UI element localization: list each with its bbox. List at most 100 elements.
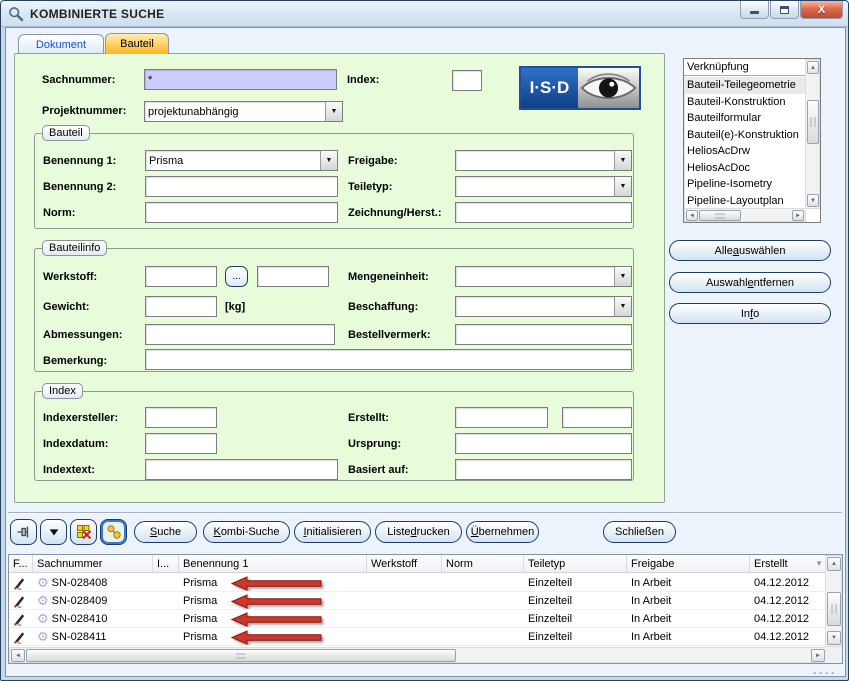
werkstoff-browse-button[interactable]: ... bbox=[225, 266, 248, 287]
cell-teiletyp: Einzelteil bbox=[528, 595, 572, 607]
table-vertical-scrollbar[interactable]: ▲ ▼ bbox=[825, 555, 842, 647]
column-header[interactable]: Freigabe bbox=[627, 555, 750, 572]
index-input[interactable] bbox=[452, 70, 482, 91]
delete-list-button[interactable] bbox=[70, 519, 97, 545]
chevron-down-icon[interactable]: ▼ bbox=[614, 177, 631, 196]
benennung1-combobox[interactable]: Prisma ▼ bbox=[145, 150, 338, 171]
uebernehmen-button[interactable]: Übernehmen bbox=[466, 521, 539, 543]
table-row[interactable]: ⚙SN-028410 Prisma Einzelteil In Arbeit 0… bbox=[9, 610, 827, 628]
scroll-up-icon[interactable]: ▲ bbox=[807, 61, 819, 74]
scroll-right-icon[interactable]: ► bbox=[811, 649, 825, 662]
projektnummer-label: Projektnummer: bbox=[42, 105, 126, 117]
maximize-icon bbox=[780, 6, 789, 14]
close-button[interactable]: X bbox=[800, 1, 843, 19]
scroll-right-icon[interactable]: ► bbox=[792, 210, 804, 221]
indexdatum-input[interactable] bbox=[145, 433, 217, 454]
column-header[interactable]: Erstellt▼ bbox=[750, 555, 827, 572]
list-item[interactable]: Pipeline-Isometry bbox=[684, 176, 805, 193]
scroll-thumb[interactable] bbox=[827, 592, 841, 626]
pencil-status-icon bbox=[13, 594, 26, 608]
list-item[interactable]: Bauteil-Teilegeometrie bbox=[684, 77, 805, 94]
scroll-up-icon[interactable]: ▲ bbox=[827, 557, 841, 571]
scroll-thumb[interactable] bbox=[26, 649, 456, 662]
column-header[interactable]: Benennung 1 bbox=[179, 555, 367, 572]
kombi-suche-button[interactable]: Kombi-Suche bbox=[203, 521, 290, 543]
list-item[interactable]: Pipeline-Layoutplan bbox=[684, 193, 805, 210]
column-header[interactable]: Teiletyp bbox=[524, 555, 627, 572]
scroll-thumb[interactable] bbox=[699, 210, 741, 221]
beschaffung-combobox[interactable]: ▼ bbox=[455, 296, 632, 317]
dropdown-menu-button[interactable] bbox=[40, 519, 67, 545]
results-table[interactable]: F... Sachnummer I... Benennung 1 Werksto… bbox=[8, 554, 843, 664]
table-row[interactable]: ⚙SN-028411 Prisma Einzelteil In Arbeit 0… bbox=[9, 628, 827, 646]
column-header[interactable]: Norm bbox=[442, 555, 524, 572]
column-header[interactable]: Sachnummer bbox=[33, 555, 153, 572]
erstellt-input[interactable] bbox=[455, 407, 548, 428]
link-parts-button[interactable] bbox=[100, 519, 127, 545]
list-vertical-scrollbar[interactable]: ▲ ▼ bbox=[805, 59, 820, 209]
indextext-input[interactable] bbox=[145, 459, 338, 480]
sort-descending-icon[interactable]: ▼ bbox=[815, 559, 823, 568]
pin-button[interactable] bbox=[10, 519, 37, 545]
indexersteller-input[interactable] bbox=[145, 407, 217, 428]
norm-input[interactable] bbox=[145, 202, 338, 223]
resize-grip[interactable]: ···· bbox=[813, 666, 837, 680]
auswahl-entfernen-button[interactable]: Auswahl entfernen bbox=[669, 272, 831, 293]
list-item[interactable]: Bauteil-Konstruktion bbox=[684, 94, 805, 111]
scroll-down-icon[interactable]: ▼ bbox=[807, 194, 819, 207]
info-button[interactable]: Info bbox=[669, 303, 831, 324]
scroll-left-icon[interactable]: ◄ bbox=[11, 649, 25, 662]
bemerkung-input[interactable] bbox=[145, 349, 632, 370]
gewicht-input[interactable] bbox=[145, 296, 217, 317]
table-row[interactable]: ⚙SN-028409 Prisma Einzelteil In Arbeit 0… bbox=[9, 592, 827, 610]
list-item[interactable]: Bauteilformular bbox=[684, 110, 805, 127]
ursprung-input[interactable] bbox=[455, 433, 632, 454]
gear-icon: ⚙ bbox=[37, 594, 49, 607]
werkstoff-input[interactable] bbox=[145, 266, 217, 287]
chevron-down-icon[interactable]: ▼ bbox=[325, 102, 342, 121]
mengeneinheit-label: Mengeneinheit: bbox=[348, 271, 429, 283]
chevron-down-icon[interactable]: ▼ bbox=[614, 297, 631, 316]
list-item[interactable]: Bauteil(e)-Konstruktion bbox=[684, 127, 805, 144]
scroll-thumb[interactable] bbox=[807, 100, 819, 144]
maximize-button[interactable] bbox=[770, 1, 799, 19]
liste-drucken-button[interactable]: Liste drucken bbox=[375, 521, 462, 543]
column-header[interactable]: I... bbox=[153, 555, 179, 572]
chevron-down-icon[interactable]: ▼ bbox=[614, 267, 631, 286]
list-item[interactable]: HeliosAcDrw bbox=[684, 143, 805, 160]
freigabe-combobox[interactable]: ▼ bbox=[455, 150, 632, 171]
benennung1-value: Prisma bbox=[146, 155, 320, 167]
table-row[interactable]: ⚙SN-028408 Prisma Einzelteil In Arbeit 0… bbox=[9, 574, 827, 592]
tab-bauteil[interactable]: Bauteil bbox=[105, 33, 169, 54]
mengeneinheit-combobox[interactable]: ▼ bbox=[455, 266, 632, 287]
column-header[interactable]: F... bbox=[9, 555, 33, 572]
chevron-down-icon[interactable]: ▼ bbox=[320, 151, 337, 170]
scroll-left-icon[interactable]: ◄ bbox=[686, 210, 698, 221]
projektnummer-combobox[interactable]: projektunabhängig ▼ bbox=[144, 101, 343, 122]
abmessungen-input[interactable] bbox=[145, 324, 335, 345]
zeichnung-herst-input[interactable] bbox=[455, 202, 632, 223]
basiert-auf-input[interactable] bbox=[455, 459, 632, 480]
bestellvermerk-input[interactable] bbox=[455, 324, 632, 345]
schliessen-button[interactable]: Schließen bbox=[603, 521, 676, 543]
list-horizontal-scrollbar[interactable]: ◄ ► bbox=[684, 208, 806, 222]
minimize-button[interactable] bbox=[740, 1, 769, 19]
initialisieren-button[interactable]: Initialisieren bbox=[294, 521, 371, 543]
scroll-down-icon[interactable]: ▼ bbox=[827, 631, 841, 645]
list-item[interactable]: HeliosAcDoc bbox=[684, 160, 805, 177]
chevron-down-icon[interactable]: ▼ bbox=[614, 151, 631, 170]
cell-erstellt: 04.12.2012 bbox=[754, 595, 809, 607]
alle-auswaehlen-button[interactable]: Alle auswählen bbox=[669, 240, 831, 261]
title-bar[interactable]: KOMBINIERTE SUCHE X bbox=[1, 1, 848, 27]
annotation-arrow-icon bbox=[231, 594, 323, 609]
sachnummer-input[interactable] bbox=[144, 69, 337, 90]
tab-dokument[interactable]: Dokument bbox=[18, 34, 104, 54]
teiletyp-combobox[interactable]: ▼ bbox=[455, 176, 632, 197]
erstellt-input-2[interactable] bbox=[562, 407, 632, 428]
table-horizontal-scrollbar[interactable]: ◄ ► bbox=[9, 647, 827, 663]
verknuepfung-listbox[interactable]: Verknüpfung Bauteil-Teilegeometrie Baute… bbox=[683, 58, 821, 223]
suche-button[interactable]: Suche bbox=[134, 521, 197, 543]
benennung2-input[interactable] bbox=[145, 176, 338, 197]
column-header[interactable]: Werkstoff bbox=[367, 555, 442, 572]
werkstoff-input-2[interactable] bbox=[257, 266, 329, 287]
